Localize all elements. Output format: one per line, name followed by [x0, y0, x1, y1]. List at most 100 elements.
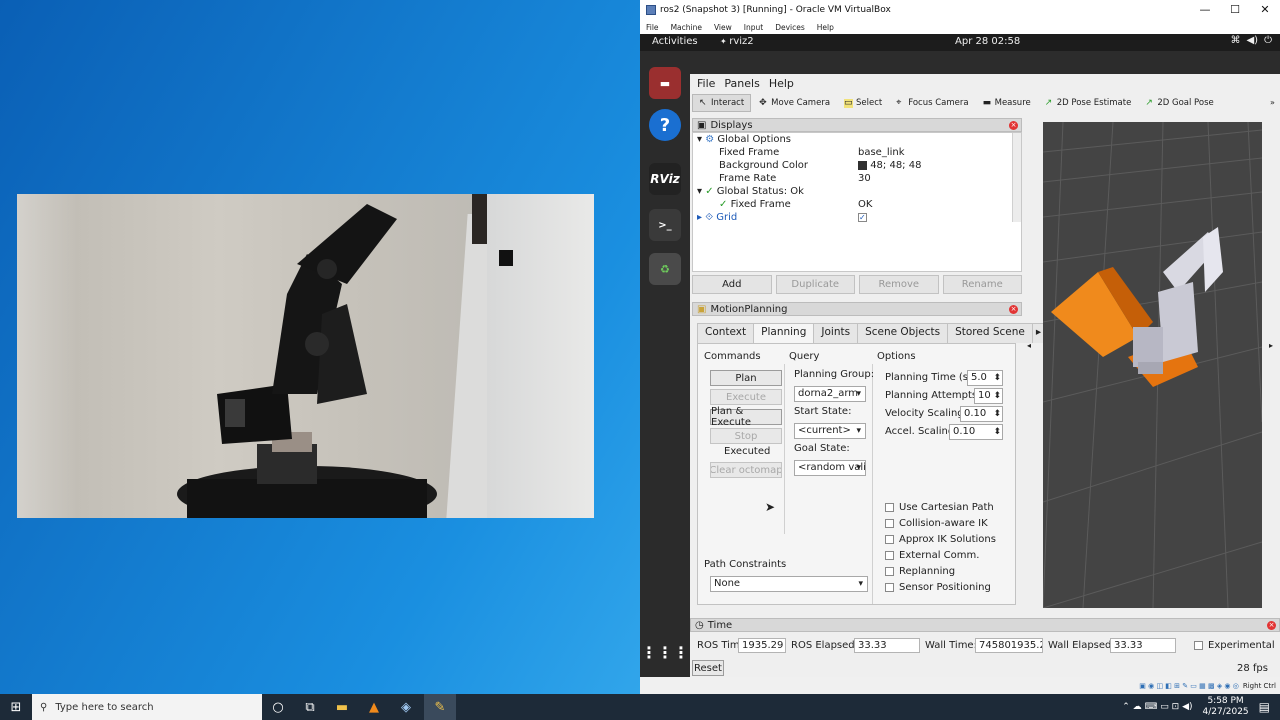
collapse-right-icon[interactable]: ▸: [1269, 341, 1273, 350]
notification-icon[interactable]: ▤: [1259, 700, 1270, 714]
wall-time-field[interactable]: 745801935.29: [975, 638, 1043, 653]
collision-aware-ik-checkbox[interactable]: Collision-aware IK: [885, 518, 988, 529]
clear-octomap-button[interactable]: Clear octomap: [710, 462, 782, 478]
remove-button[interactable]: Remove: [859, 275, 939, 294]
vm-menu-file[interactable]: File: [646, 23, 659, 32]
time-panel-header: ◷ Time ×: [690, 618, 1280, 632]
goal-state-label: Goal State:: [794, 443, 850, 454]
close-button[interactable]: ✕: [1250, 0, 1280, 20]
ros-time-field[interactable]: 1935.29: [738, 638, 786, 653]
interact-tool[interactable]: ↖ Interact: [692, 94, 752, 112]
system-tray[interactable]: ⌘ ◀) ⏻: [1230, 35, 1272, 46]
vm-title-bar[interactable]: ros2 (Snapshot 3) [Running] - Oracle VM …: [640, 0, 1280, 20]
green-arrow-icon: ↗: [1044, 97, 1053, 108]
duplicate-button[interactable]: Duplicate: [775, 275, 855, 294]
tab-scene-objects[interactable]: Scene Objects: [857, 323, 949, 343]
rviz-dock-icon[interactable]: RViz: [649, 163, 681, 195]
task-view-icon[interactable]: ⧉: [294, 694, 326, 720]
global-status-row[interactable]: ▾ ✓ Global Status: Ok: [697, 185, 804, 198]
ros-elapsed-field[interactable]: 33.33: [854, 638, 920, 653]
external-comm-checkbox[interactable]: External Comm.: [885, 550, 979, 561]
rviz-menu-help[interactable]: Help: [769, 77, 794, 90]
vm-status-icons[interactable]: ▣ ◉ ◫ ◧ ⊞ ✎ ▭ ▦ ▩ ◈ ◉ ◎: [1139, 682, 1239, 690]
select-tool[interactable]: ▭ Select: [838, 94, 888, 112]
experimental-checkbox[interactable]: Experimental: [1194, 640, 1275, 651]
background-color-value[interactable]: 48; 48; 48: [858, 159, 921, 172]
velocity-scaling-spinbox[interactable]: 0.10: [960, 406, 1003, 422]
tab-planning[interactable]: Planning: [753, 323, 815, 343]
clock[interactable]: Apr 28 02:58: [955, 36, 1020, 47]
vm-app-icon[interactable]: ✎: [424, 694, 456, 720]
planning-attempts-spinbox[interactable]: 10: [974, 388, 1003, 404]
tab-context[interactable]: Context: [697, 323, 755, 343]
rename-button[interactable]: Rename: [942, 275, 1022, 294]
activities-button[interactable]: Activities: [652, 36, 698, 47]
grid-enabled-checkbox[interactable]: ✓: [858, 211, 867, 224]
close-panel-icon[interactable]: ×: [1009, 120, 1018, 130]
start-state-select[interactable]: <current>: [794, 423, 866, 439]
vm-menu-view[interactable]: View: [714, 23, 732, 32]
stop-button[interactable]: Stop: [710, 428, 782, 444]
tab-stored-scenes[interactable]: Stored Scene: [947, 323, 1033, 343]
vlc-icon[interactable]: ▲: [358, 694, 390, 720]
taskbar-search-box[interactable]: ⚲ Type here to search: [32, 694, 262, 720]
goal-pose-tool[interactable]: ↗ 2D Goal Pose: [1139, 94, 1219, 112]
rviz-menu-panels[interactable]: Panels: [724, 77, 759, 90]
grid-row[interactable]: ▸ ⟐ Grid: [697, 211, 737, 224]
close-panel-icon[interactable]: ×: [1009, 304, 1018, 314]
trash-icon[interactable]: ♻: [649, 253, 681, 285]
windows-start-icon[interactable]: ⊞: [0, 694, 32, 720]
accel-scaling-spinbox[interactable]: 0.10: [949, 424, 1003, 440]
path-constraints-select[interactable]: None: [710, 576, 868, 592]
rviz-title-bar[interactable]: [690, 51, 1280, 74]
goal-state-select[interactable]: <random valid>: [794, 460, 866, 476]
toolbar-more-icon[interactable]: »: [1270, 98, 1275, 107]
planning-group-select[interactable]: dorna2_arm: [794, 386, 866, 402]
execute-button[interactable]: Execute: [710, 389, 782, 405]
pose-estimate-tool[interactable]: ↗ 2D Pose Estimate: [1039, 94, 1138, 112]
maximize-button[interactable]: ☐: [1220, 0, 1250, 20]
vm-menu-devices[interactable]: Devices: [775, 23, 805, 32]
planning-time-spinbox[interactable]: 5.0: [967, 370, 1003, 386]
frame-rate-value[interactable]: 30: [858, 172, 871, 185]
sensor-positioning-checkbox[interactable]: Sensor Positioning: [885, 582, 991, 593]
measure-tool[interactable]: ▬ Measure: [977, 94, 1037, 112]
mouse-cursor-icon: ➤: [765, 500, 776, 514]
taskbar-clock[interactable]: 5:58 PM 4/27/2025: [1203, 696, 1249, 718]
vm-menu-machine[interactable]: Machine: [671, 23, 702, 32]
plan-button[interactable]: Plan: [710, 370, 782, 386]
file-explorer-icon[interactable]: ▬: [326, 694, 358, 720]
add-button[interactable]: Add: [692, 275, 772, 294]
replanning-checkbox[interactable]: Replanning: [885, 566, 955, 577]
approx-ik-checkbox[interactable]: Approx IK Solutions: [885, 534, 996, 545]
vm-menu-help[interactable]: Help: [817, 23, 834, 32]
app-menu[interactable]: ✦ rviz2: [720, 36, 754, 47]
files-icon[interactable]: ▬: [649, 67, 681, 99]
global-options-row[interactable]: ▾ ⚙ Global Options: [697, 133, 791, 146]
show-apps-icon[interactable]: ⋮⋮⋮: [641, 636, 689, 668]
planning-attempts-label: Planning Attempts:: [885, 390, 981, 401]
wall-elapsed-field[interactable]: 33.33: [1110, 638, 1176, 653]
status-fixed-frame-row: ✓ Fixed Frame: [719, 199, 791, 210]
tab-joints[interactable]: Joints: [813, 323, 859, 343]
vm-menu-input[interactable]: Input: [744, 23, 763, 32]
fixed-frame-value[interactable]: base_link: [858, 146, 905, 159]
use-cartesian-path-checkbox[interactable]: Use Cartesian Path: [885, 502, 994, 513]
plan-execute-button[interactable]: Plan & Execute: [710, 406, 782, 428]
rviz-menu-file[interactable]: File: [697, 77, 715, 90]
minimize-button[interactable]: —: [1190, 0, 1220, 20]
rviz-3d-viewport[interactable]: [1043, 122, 1262, 608]
virtualbox-taskbar-icon[interactable]: ◈: [390, 694, 422, 720]
terminal-icon[interactable]: >_: [649, 209, 681, 241]
vm-status-bar: ▣ ◉ ◫ ◧ ⊞ ✎ ▭ ▦ ▩ ◈ ◉ ◎ Right Ctrl: [640, 677, 1280, 694]
tree-scrollbar[interactable]: [1012, 133, 1021, 222]
focus-camera-tool[interactable]: ⌖ Focus Camera: [890, 94, 974, 112]
reset-button[interactable]: Reset: [692, 660, 724, 676]
move-camera-tool[interactable]: ✥ Move Camera: [753, 94, 836, 112]
tray-icons[interactable]: ⌃ ☁ ⌨ ▭ ⊡ ◀): [1122, 702, 1192, 712]
cortana-icon[interactable]: ○: [262, 694, 294, 720]
collapse-left-icon[interactable]: ◂: [1027, 341, 1031, 350]
help-icon[interactable]: ?: [649, 109, 681, 141]
close-panel-icon[interactable]: ×: [1267, 620, 1276, 630]
taskbar-time: 5:58 PM: [1207, 696, 1244, 706]
